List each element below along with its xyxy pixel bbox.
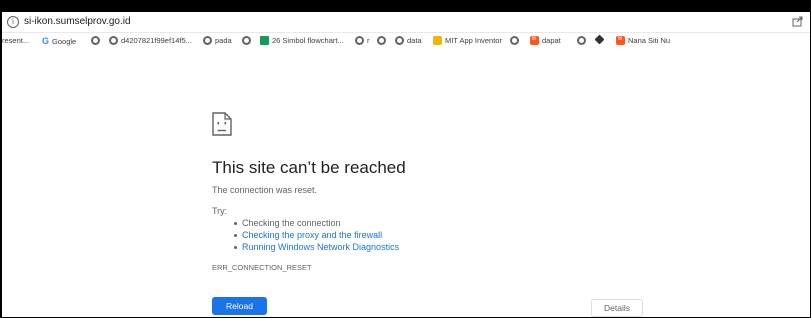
share-icon[interactable] <box>792 15 804 27</box>
bookmark-item[interactable]: data <box>395 36 422 45</box>
bookmark-label: resent... <box>2 36 30 45</box>
bookmark-item[interactable]: d4207821f99ef14f5... <box>109 36 192 45</box>
bookmark-label: r <box>367 36 370 45</box>
info-icon[interactable]: i <box>7 16 19 28</box>
suggestion-link[interactable]: Running Windows Network Diagnostics <box>234 241 399 253</box>
globe-icon <box>577 36 586 45</box>
suggestion-item: Checking the connection <box>234 217 399 229</box>
address-bar[interactable]: i si-ikon.sumselprov.go.id <box>2 12 810 33</box>
bookmark-item[interactable]: pada <box>203 36 232 45</box>
try-label: Try: <box>212 206 228 216</box>
error-message: The connection was reset. <box>212 185 318 195</box>
bookmark-item[interactable] <box>91 36 103 45</box>
bookmarks-bar: resent... G Google d4207821f99ef14f5... … <box>2 33 810 51</box>
bookmark-item[interactable] <box>510 36 522 45</box>
bookmark-item[interactable]: r <box>355 36 370 45</box>
bookmark-item[interactable] <box>242 36 254 45</box>
bookmark-item[interactable]: 26 Simbol flowchart... <box>260 36 344 45</box>
globe-icon <box>203 36 212 45</box>
bookmark-icon <box>594 34 605 45</box>
globe-icon <box>377 36 386 45</box>
globe-icon <box>109 36 118 45</box>
reload-button[interactable]: Reload <box>212 297 267 315</box>
suggestion-link[interactable]: Checking the proxy and the firewall <box>234 229 399 241</box>
bookmark-label: 26 Simbol flowchart... <box>272 36 344 45</box>
error-title: This site can’t be reached <box>212 158 406 177</box>
globe-icon <box>510 36 519 45</box>
globe-icon <box>355 36 364 45</box>
bookmark-item[interactable]: Nana Siti Nu <box>616 36 670 45</box>
bookmark-label: Nana Siti Nu <box>628 36 671 45</box>
bookmark-label: d4207821f99ef14f5... <box>121 36 192 45</box>
browser-window: i si-ikon.sumselprov.go.id resent... G G… <box>2 12 810 317</box>
bookmark-label: Google <box>52 36 77 46</box>
url-text[interactable]: si-ikon.sumselprov.go.id <box>24 16 131 27</box>
bookmark-item[interactable]: dapat <box>530 36 561 45</box>
bookmark-item[interactable] <box>594 34 606 45</box>
suggestions-list: Checking the connection Checking the pro… <box>234 217 399 253</box>
bookmark-item[interactable]: resent... <box>2 36 29 45</box>
error-code: ERR_CONNECTION_RESET <box>212 263 312 272</box>
details-button[interactable]: Details <box>591 299 643 317</box>
bookmark-item[interactable]: G Google <box>42 36 76 46</box>
bookmark-label: MIT App Inventor <box>445 36 502 45</box>
globe-icon <box>91 36 100 45</box>
sad-page-icon <box>212 112 232 136</box>
bookmark-item[interactable] <box>577 36 589 45</box>
bookmark-label: data <box>407 36 422 45</box>
blogger-icon <box>530 36 539 45</box>
chart-icon <box>260 36 269 45</box>
bookmark-item[interactable]: MIT App Inventor <box>433 36 502 45</box>
bookmark-label: dapat <box>542 36 561 45</box>
bookmark-item[interactable] <box>377 36 389 45</box>
bookmark-label: pada <box>215 36 232 45</box>
mit-icon <box>433 36 442 45</box>
google-icon: G <box>42 36 50 46</box>
blogger-icon <box>616 36 625 45</box>
globe-icon <box>395 36 404 45</box>
globe-icon <box>242 36 251 45</box>
